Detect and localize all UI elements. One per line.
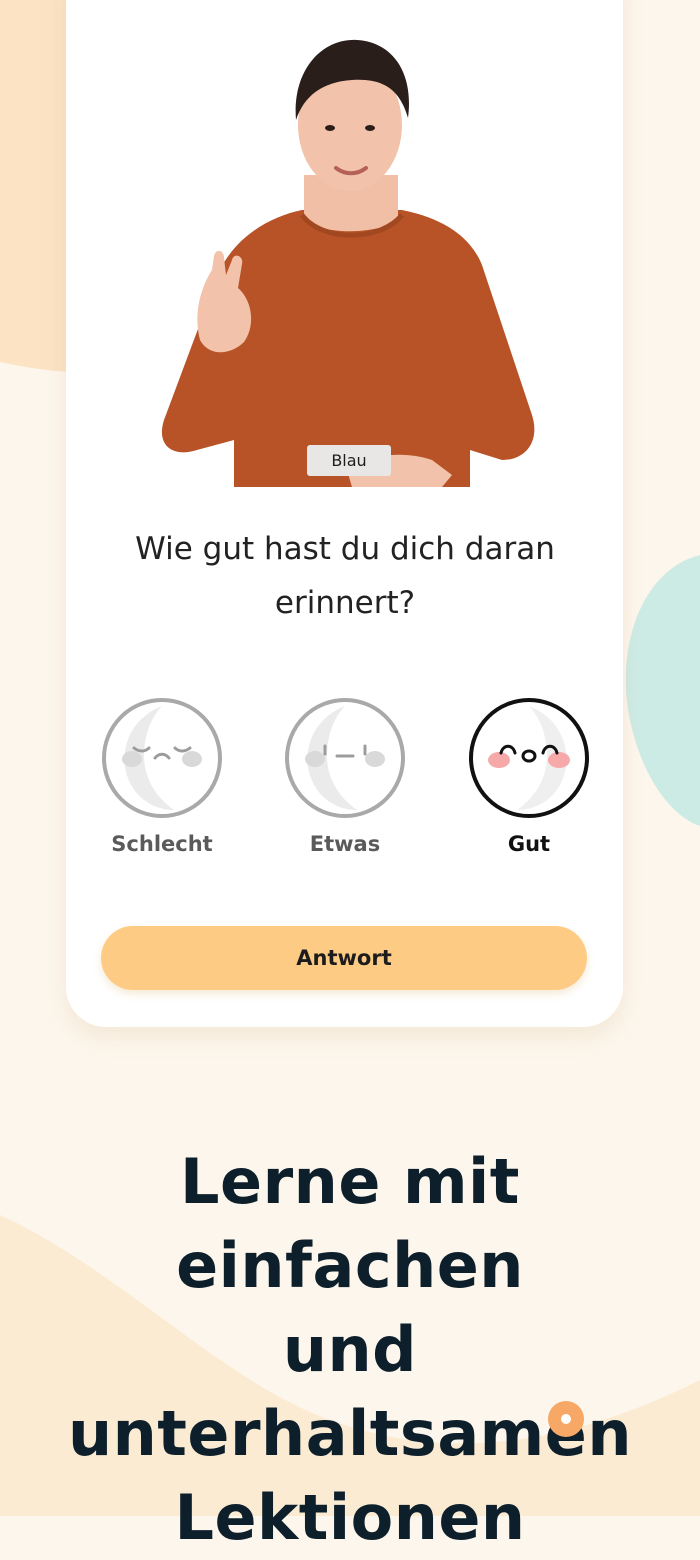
- sign-caption-label: Blau: [307, 445, 391, 476]
- rating-option-gut[interactable]: Gut: [467, 696, 591, 856]
- headline-line-2: und unterhaltsamen: [68, 1313, 632, 1470]
- neutral-face-icon: [285, 698, 405, 818]
- question-text: Wie gut hast du dich daran erinnert?: [135, 531, 555, 621]
- sad-face-icon: [102, 698, 222, 818]
- headline-line-1: Lerne mit einfachen: [176, 1145, 524, 1302]
- promo-headline: Lerne mit einfachen und unterhaltsamen L…: [0, 1140, 700, 1560]
- rating-label-etwas: Etwas: [309, 832, 381, 856]
- rating-option-etwas[interactable]: Etwas: [283, 696, 407, 856]
- orange-dot-decoration: [548, 1401, 584, 1437]
- answer-button[interactable]: Antwort: [101, 926, 587, 990]
- sign-video[interactable]: [152, 20, 540, 487]
- headline-line-3: Lektionen: [174, 1481, 526, 1554]
- rating-label-schlecht: Schlecht: [111, 832, 213, 856]
- happy-face-icon: [469, 698, 589, 818]
- rating-label-gut: Gut: [507, 832, 551, 856]
- rating-option-schlecht[interactable]: Schlecht: [100, 696, 224, 856]
